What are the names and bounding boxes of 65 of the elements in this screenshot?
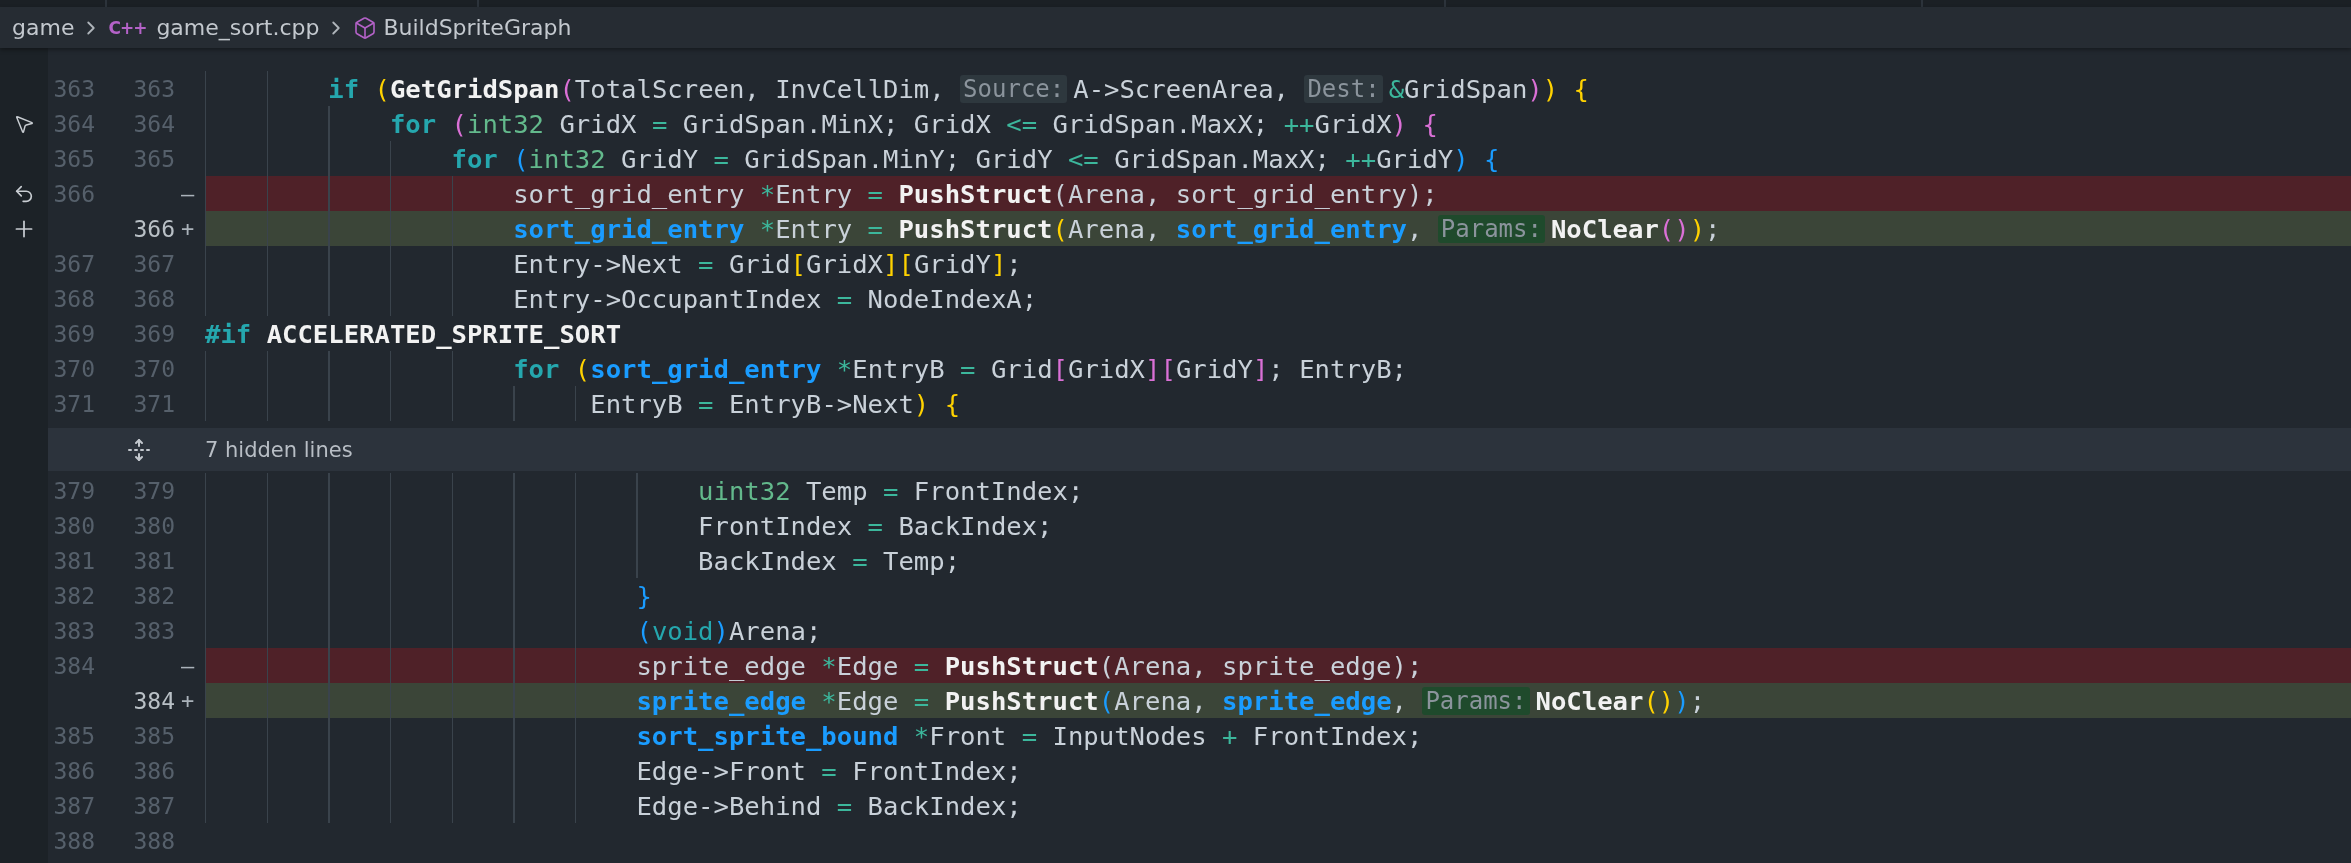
line-number: 380 [132,512,175,539]
line-number: 363 [52,75,95,102]
code-line: uint32 Temp = FrontIndex; [205,473,2351,508]
line-number: 385 [132,722,175,749]
code-line: for (sort_grid_entry *EntryB = Grid[GridX][GridY]; EntryB; [205,351,2351,386]
line-number: 369 [52,320,95,347]
line-number: 379 [132,477,175,504]
line-number: 382 [132,582,175,609]
code-line: (void)Arena; [205,613,2351,648]
diff-marker: + [179,688,196,713]
line-number: 366 [52,180,95,207]
code-line: Entry->OccupantIndex = NodeIndexA; [205,281,2351,316]
line-number: 364 [52,110,95,137]
cube-icon [353,15,378,40]
line-number: 381 [52,547,95,574]
line-number: 380 [52,512,95,539]
breadcrumb-item[interactable]: game [12,15,75,40]
diff-marker: — [179,653,196,678]
line-number: 381 [132,547,175,574]
line-number: 368 [52,285,95,312]
line-number: 369 [132,320,175,347]
code-line: BackIndex = Temp; [205,543,2351,578]
unfold-icon[interactable] [127,437,151,462]
line-number: 371 [132,390,175,417]
line-number: 385 [52,722,95,749]
line-number: 382 [52,582,95,609]
line-number: 388 [132,827,175,854]
diff-marker: — [179,181,196,206]
code-line: } [205,578,2351,613]
code-line: #if ACCELERATED_SPRITE_SORT [205,317,623,351]
line-number: 386 [132,757,175,784]
line-number: 370 [52,355,95,382]
line-number: 366 [132,215,175,242]
line-number: 365 [52,145,95,172]
cpp-file-icon: C++ [108,17,147,38]
line-number: 367 [132,250,175,277]
code-line: FrontIndex = BackIndex; [205,508,2351,543]
line-number: 363 [132,75,175,102]
hidden-lines-label[interactable]: 7 hidden lines [205,437,2351,462]
line-number: 364 [132,110,175,137]
code-line: Edge->Behind = BackIndex; [205,788,2351,823]
line-number: 384 [52,652,95,679]
line-number: 386 [52,757,95,784]
line-number: 379 [52,477,95,504]
line-number: 367 [52,250,95,277]
code-line: sort_sprite_bound *Front = InputNodes + FrontIndex; [205,718,2351,753]
line-number: 370 [132,355,175,382]
code-line: Edge->Front = FrontIndex; [205,753,2351,788]
breadcrumb-item[interactable]: BuildSpriteGraph [383,15,572,40]
code-line: if (GetGridSpan(TotalScreen, InvCellDim, Source: A->ScreenArea, Dest: &GridSpan)) { [205,71,2351,106]
line-number: 384 [132,687,175,714]
line-number: 388 [52,827,95,854]
line-number: 387 [132,792,175,819]
line-number: 365 [132,145,175,172]
line-number: 368 [132,285,175,312]
line-number: 387 [52,792,95,819]
line-number: 383 [132,617,175,644]
diff-marker: + [179,216,196,241]
line-number: 371 [52,390,95,417]
code-line: EntryB = EntryB->Next) { [205,386,2351,421]
breadcrumb-item[interactable]: game_sort.cpp [156,15,320,40]
code-line: for (int32 GridY = GridSpan.MinY; GridY <= GridSpan.MaxX; ++GridY) { [205,141,2351,176]
line-number: 383 [52,617,95,644]
code-line: for (int32 GridX = GridSpan.MinX; GridX <= GridSpan.MaxX; ++GridX) { [205,106,2351,141]
code-line: Entry->Next = Grid[GridX][GridY]; [205,246,2351,281]
